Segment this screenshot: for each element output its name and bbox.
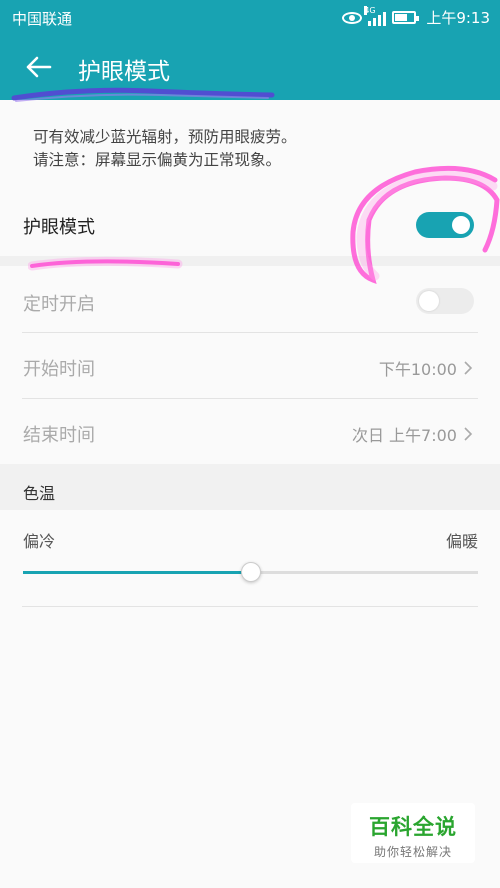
status-bar: 中国联通 4G 上午9:13	[0, 0, 500, 34]
toggle-knob	[452, 216, 470, 234]
eye-comfort-toggle[interactable]	[416, 212, 474, 238]
toggle-knob	[419, 291, 439, 311]
signal-icon: 4G	[364, 5, 387, 26]
battery-icon	[392, 11, 420, 24]
start-time-row[interactable]: 下午10:00	[379, 356, 473, 380]
divider	[22, 332, 478, 333]
clock-label: 上午9:13	[426, 9, 490, 27]
chevron-right-icon	[464, 427, 473, 441]
end-time-value: 次日 上午7:00	[351, 426, 457, 445]
start-time-value: 下午10:00	[378, 360, 457, 379]
start-time-label: 开始时间	[23, 359, 95, 380]
carrier-label: 中国联通	[12, 10, 73, 28]
description-line-2: 请注意：屏幕显示偏黄为正常现象。	[33, 151, 282, 169]
page-title: 护眼模式	[78, 59, 170, 85]
back-arrow-icon[interactable]	[22, 50, 56, 84]
color-temp-title: 色温	[23, 484, 56, 503]
watermark-title: 百科全说	[369, 815, 457, 839]
warm-label: 偏暖	[445, 532, 478, 551]
chevron-right-icon	[464, 361, 473, 375]
cool-label: 偏冷	[23, 532, 56, 551]
schedule-label: 定时开启	[23, 294, 95, 315]
watermark-logo: 百科全说 助你轻松解决	[351, 803, 475, 863]
divider	[22, 606, 478, 607]
end-time-label: 结束时间	[23, 425, 95, 446]
section-gap	[0, 256, 500, 266]
network-type-label: 4G	[364, 5, 376, 15]
slider-fill	[23, 571, 251, 574]
schedule-toggle[interactable]	[416, 288, 474, 314]
watermark-tagline: 助你轻松解决	[373, 845, 452, 859]
divider	[22, 398, 478, 399]
title-highlight-mark	[11, 87, 275, 102]
color-temp-slider[interactable]	[23, 562, 478, 582]
slider-thumb[interactable]	[240, 562, 261, 582]
description-line-1: 可有效减少蓝光辐射，预防用眼疲劳。	[33, 128, 297, 146]
eye-comfort-label: 护眼模式	[23, 217, 95, 238]
eye-comfort-icon	[342, 11, 363, 24]
status-icons: 4G 上午9:13	[342, 5, 490, 28]
color-temp-section-header: 色温	[0, 464, 500, 510]
mode-description: 可有效减少蓝光辐射，预防用眼疲劳。 请注意：屏幕显示偏黄为正常现象。	[33, 126, 297, 172]
end-time-row[interactable]: 次日 上午7:00	[352, 422, 473, 446]
